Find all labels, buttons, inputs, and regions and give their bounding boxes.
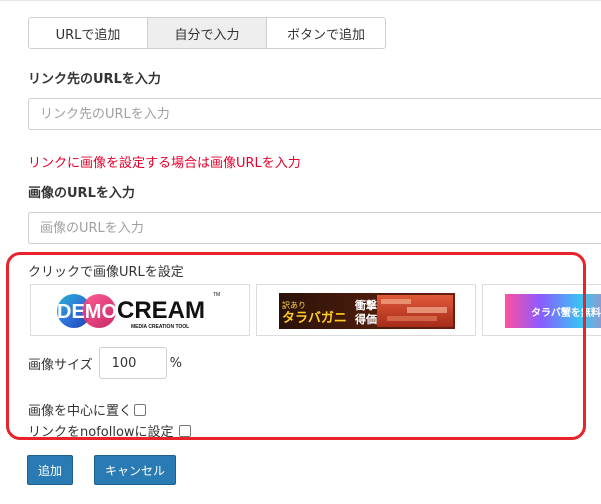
svg-text:訳あり: 訳あり [282, 300, 306, 310]
insert-link-panel: URLで追加 自分で入力 ボタンで追加 リンク先のURLを入力 リンクに画像を設… [0, 0, 601, 504]
svg-text:得価: 得価 [354, 312, 377, 326]
banner-crab-sale[interactable]: 訳あり タラバガニ 衝撃 得価 [256, 284, 476, 336]
image-url-heading: 画像のURLを入力 [28, 186, 135, 201]
top-divider [0, 0, 601, 1]
link-url-heading: リンク先のURLを入力 [28, 72, 161, 87]
input-mode-tabs: URLで追加 自分で入力 ボタンで追加 [28, 17, 386, 49]
cancel-button[interactable]: キャンセル [94, 455, 176, 485]
crab-sale-image: 訳あり タラバガニ 衝撃 得価 [279, 293, 455, 329]
image-link-notice: リンクに画像を設定する場合は画像URLを入力 [28, 156, 301, 171]
svg-text:DEMO: DEMO [57, 301, 117, 323]
tab-add-by-url[interactable]: URLで追加 [28, 17, 148, 49]
percent-unit: % [169, 355, 182, 371]
center-image-checkbox[interactable] [134, 403, 147, 416]
nofollow-label: リンクをnofollowに設定 [28, 425, 174, 440]
svg-text:CREAM: CREAM [117, 297, 205, 324]
tab-manual-input[interactable]: 自分で入力 [147, 17, 267, 49]
image-url-input[interactable] [28, 212, 601, 244]
crab-free-image: タラバ蟹を無料 [505, 294, 601, 328]
image-size-label: 画像サイズ [28, 357, 93, 373]
add-button[interactable]: 追加 [27, 455, 73, 485]
image-size-row: 画像サイズ % [28, 346, 182, 380]
tab-add-by-button[interactable]: ボタンで追加 [266, 17, 386, 49]
center-image-option: 画像を中心に置く [28, 400, 147, 419]
banner-crab-free[interactable]: タラバ蟹を無料 [482, 284, 601, 336]
click-to-set-image-label: クリックで画像URLを設定 [28, 265, 184, 280]
image-size-input[interactable] [98, 347, 167, 379]
svg-text:タラバ蟹を無料: タラバ蟹を無料 [531, 306, 601, 319]
link-url-input[interactable] [28, 98, 601, 130]
svg-text:MEDIA CREATION TOOL: MEDIA CREATION TOOL [131, 324, 189, 330]
svg-text:衝撃: 衝撃 [354, 298, 377, 312]
demo-cream-logo: DEMO CREAM TM MEDIA CREATION TOOL [57, 292, 220, 330]
svg-text:TM: TM [213, 292, 220, 298]
nofollow-checkbox[interactable] [178, 424, 191, 437]
banner-demo-cream[interactable]: DEMO CREAM TM MEDIA CREATION TOOL [30, 284, 250, 336]
nofollow-option: リンクをnofollowに設定 [28, 421, 191, 440]
center-image-label: 画像を中心に置く [28, 404, 133, 419]
svg-text:タラバガニ: タラバガニ [282, 310, 347, 325]
